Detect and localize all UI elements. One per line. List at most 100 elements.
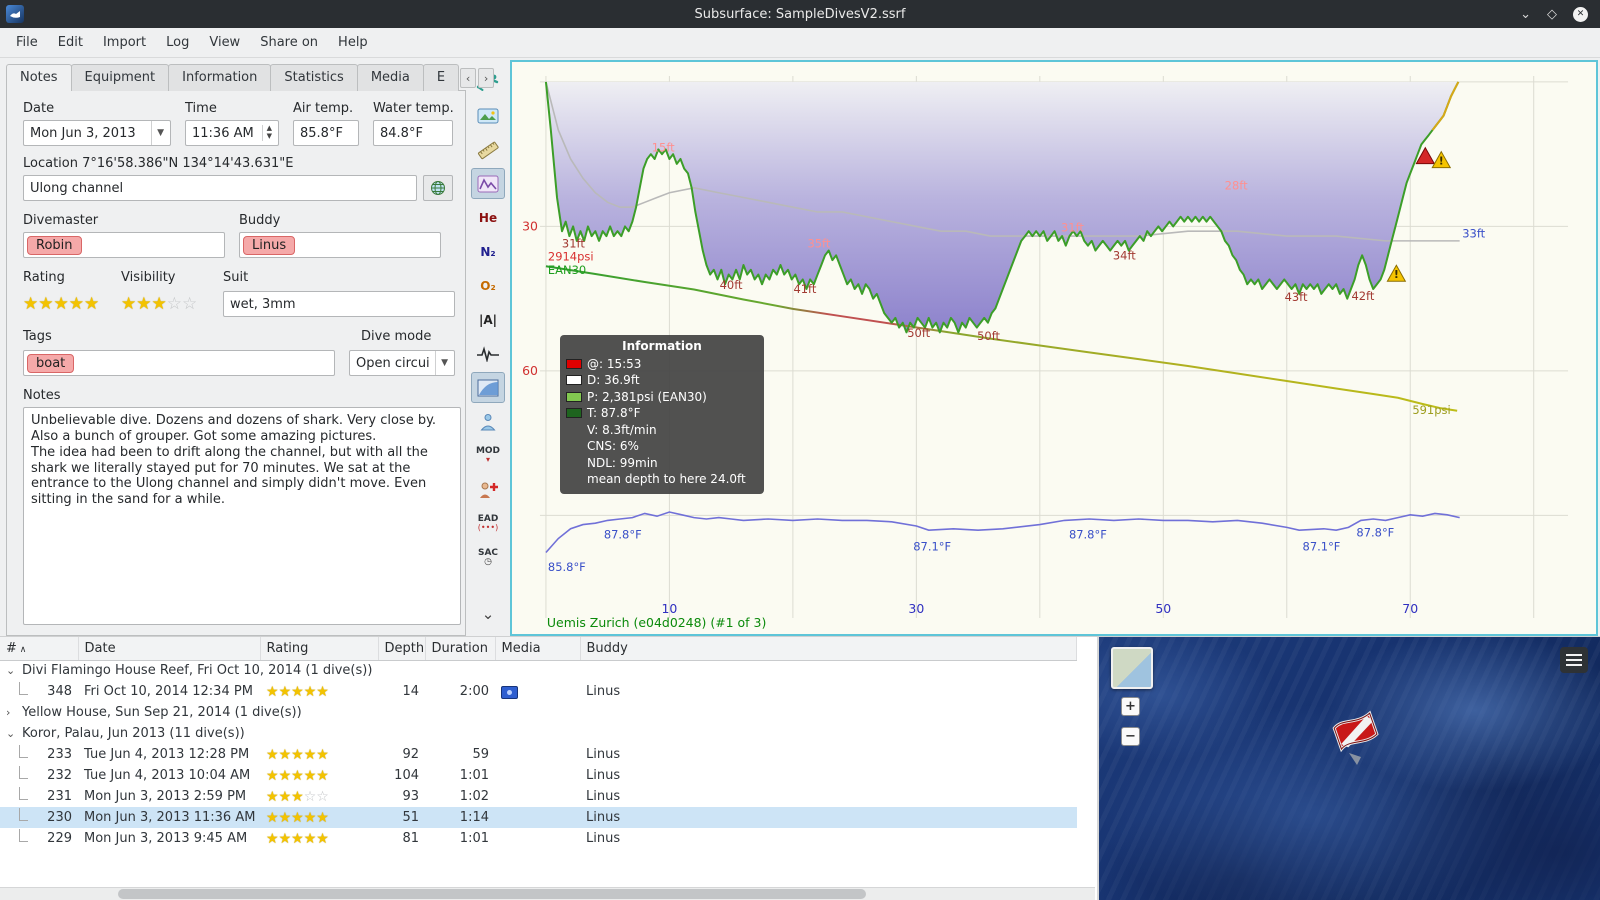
star-icon[interactable]: ★ <box>266 789 279 805</box>
dive-depth[interactable]: 93 <box>378 786 425 807</box>
dive-row[interactable]: 231 Mon Jun 3, 2013 2:59 PM ★★★☆☆ 93 1:02 Lin… <box>0 786 1077 807</box>
tissues-button[interactable] <box>471 372 505 403</box>
star-icon[interactable]: ★ <box>266 768 279 784</box>
dive-media[interactable] <box>495 765 580 786</box>
star-icon[interactable]: ★ <box>291 789 304 805</box>
dive-media[interactable] <box>495 786 580 807</box>
menu-help[interactable]: Help <box>328 30 378 55</box>
scroll-down-button[interactable]: ⌄ <box>471 599 505 630</box>
star-icon[interactable]: ★ <box>291 810 304 826</box>
buddy-field[interactable]: Linus <box>239 232 441 258</box>
suit-field[interactable]: wet, 3mm <box>223 291 455 317</box>
star-icon[interactable]: ★ <box>279 684 292 700</box>
profile-photos-toggle-button[interactable] <box>471 168 505 199</box>
close-button[interactable]: ✕ <box>1573 6 1588 22</box>
star-icon[interactable]: ★ <box>304 747 317 763</box>
star-icon[interactable]: ★ <box>266 810 279 826</box>
star-icon[interactable]: ★ <box>266 747 279 763</box>
column-header-media[interactable]: Media <box>495 637 581 661</box>
dive-date[interactable]: Tue Jun 4, 2013 10:04 AM <box>78 765 260 786</box>
star-icon[interactable]: ★ <box>279 768 292 784</box>
tab-equipment[interactable]: Equipment <box>70 64 170 91</box>
dive-number[interactable]: 229 <box>0 828 78 849</box>
dive-number[interactable]: 231 <box>0 786 78 807</box>
dive-number[interactable]: 232 <box>0 765 78 786</box>
watertemp-field[interactable]: 84.8°F <box>373 120 453 146</box>
dive-buddy[interactable]: Linus <box>580 786 1077 807</box>
star-icon[interactable]: ☆ <box>316 789 329 805</box>
mod-button[interactable]: MOD ▾ <box>471 440 505 471</box>
tab-scroll-left[interactable]: ‹ <box>460 68 477 88</box>
dive-rating[interactable]: ★★★★★ <box>260 744 378 765</box>
dive-duration[interactable]: 1:01 <box>425 828 495 849</box>
dive-row[interactable]: 229 Mon Jun 3, 2013 9:45 AM ★★★★★ 81 1:01 Lin… <box>0 828 1077 849</box>
star-icon[interactable]: ☆ <box>304 789 317 805</box>
dive-row[interactable]: 232 Tue Jun 4, 2013 10:04 AM ★★★★★ 104 1:01 L… <box>0 765 1077 786</box>
star-icon[interactable]: ★ <box>304 684 317 700</box>
column-header-buddy[interactable]: Buddy <box>580 637 1077 661</box>
tab-information[interactable]: Information <box>168 64 272 91</box>
column-header-depth[interactable]: Depth <box>378 637 426 661</box>
dive-date[interactable]: Fri Oct 10, 2014 12:34 PM <box>78 681 260 702</box>
tags-field[interactable]: boat <box>23 350 335 376</box>
collapse-icon[interactable]: ⌄ <box>6 664 22 677</box>
dive-buddy[interactable]: Linus <box>580 681 1077 702</box>
star-icon[interactable]: ★ <box>84 294 99 314</box>
dive-buddy[interactable]: Linus <box>580 828 1077 849</box>
dive-depth[interactable]: 92 <box>378 744 425 765</box>
trip-row[interactable]: ⌄ Divi Flamingo House Reef, Fri Oct 10, 2… <box>0 660 1077 681</box>
air-toggle-button[interactable]: |A| <box>471 304 505 335</box>
notes-textarea[interactable] <box>23 407 461 625</box>
trip-row[interactable]: ⌄ Koror, Palau, Jun 2013 (11 dive(s)) <box>0 723 1077 744</box>
ead-button[interactable]: EAD (•••) <box>471 508 505 539</box>
dive-rating[interactable]: ★★★★★ <box>260 765 378 786</box>
star-icon[interactable]: ★ <box>69 294 84 314</box>
dive-date[interactable]: Mon Jun 3, 2013 11:36 AM <box>78 807 260 828</box>
spinner-arrows-icon[interactable]: ▲ ▼ <box>261 125 272 141</box>
star-icon[interactable]: ☆ <box>182 294 197 314</box>
star-icon[interactable]: ★ <box>23 294 38 314</box>
horizontal-scrollbar[interactable] <box>0 887 1095 900</box>
menu-import[interactable]: Import <box>93 30 156 55</box>
menu-view[interactable]: View <box>199 30 250 55</box>
dive-date[interactable]: Mon Jun 3, 2013 2:59 PM <box>78 786 260 807</box>
dive-buddy[interactable]: Linus <box>580 744 1077 765</box>
sac-button[interactable]: SAC ◷ <box>471 542 505 573</box>
dive-buddy[interactable]: Linus <box>580 765 1077 786</box>
media-icon[interactable] <box>501 686 518 699</box>
dive-row[interactable]: 233 Tue Jun 4, 2013 12:28 PM ★★★★★ 92 59 Linu… <box>0 744 1077 765</box>
star-icon[interactable]: ☆ <box>167 294 182 314</box>
star-icon[interactable]: ★ <box>304 768 317 784</box>
dive-number[interactable]: 233 <box>0 744 78 765</box>
dive-site-flag-marker[interactable] <box>1327 709 1391 773</box>
column-header-num[interactable]: # ∧ <box>0 637 79 661</box>
star-icon[interactable]: ★ <box>291 684 304 700</box>
tab-statistics[interactable]: Statistics <box>270 64 358 91</box>
tab-e[interactable]: E <box>422 64 460 91</box>
menu-share-on[interactable]: Share on <box>250 30 328 55</box>
scrollbar-thumb[interactable] <box>118 889 866 899</box>
trip-row[interactable]: › Yellow House, Sun Sep 21, 2014 (1 dive(… <box>0 702 1077 723</box>
star-icon[interactable]: ★ <box>291 747 304 763</box>
n2-graph-button[interactable]: N₂ <box>471 236 505 267</box>
star-icon[interactable]: ★ <box>291 768 304 784</box>
star-icon[interactable]: ★ <box>38 294 53 314</box>
visibility-stars[interactable]: ★★★☆☆ <box>121 294 209 314</box>
menu-edit[interactable]: Edit <box>48 30 93 55</box>
airtemp-field[interactable]: 85.8°F <box>293 120 359 146</box>
tab-media[interactable]: Media <box>356 64 424 91</box>
maximize-button[interactable]: ◇ <box>1547 8 1557 21</box>
dive-duration[interactable]: 1:14 <box>425 807 495 828</box>
heartrate-button[interactable] <box>471 338 505 369</box>
dive-duration[interactable]: 2:00 <box>425 681 495 702</box>
map-overview-thumbnail[interactable] <box>1111 647 1153 689</box>
dive-number[interactable]: 348 <box>0 681 78 702</box>
star-icon[interactable]: ★ <box>316 747 329 763</box>
dive-media[interactable] <box>495 744 580 765</box>
dive-row[interactable]: 230 Mon Jun 3, 2013 11:36 AM ★★★★★ 51 1:14 Li… <box>0 807 1077 828</box>
dive-date[interactable]: Tue Jun 4, 2013 12:28 PM <box>78 744 260 765</box>
location-field[interactable]: Ulong channel <box>23 175 417 201</box>
dive-buddy[interactable]: Linus <box>580 807 1077 828</box>
dive-rating[interactable]: ★★★★★ <box>260 807 378 828</box>
star-icon[interactable]: ★ <box>316 768 329 784</box>
